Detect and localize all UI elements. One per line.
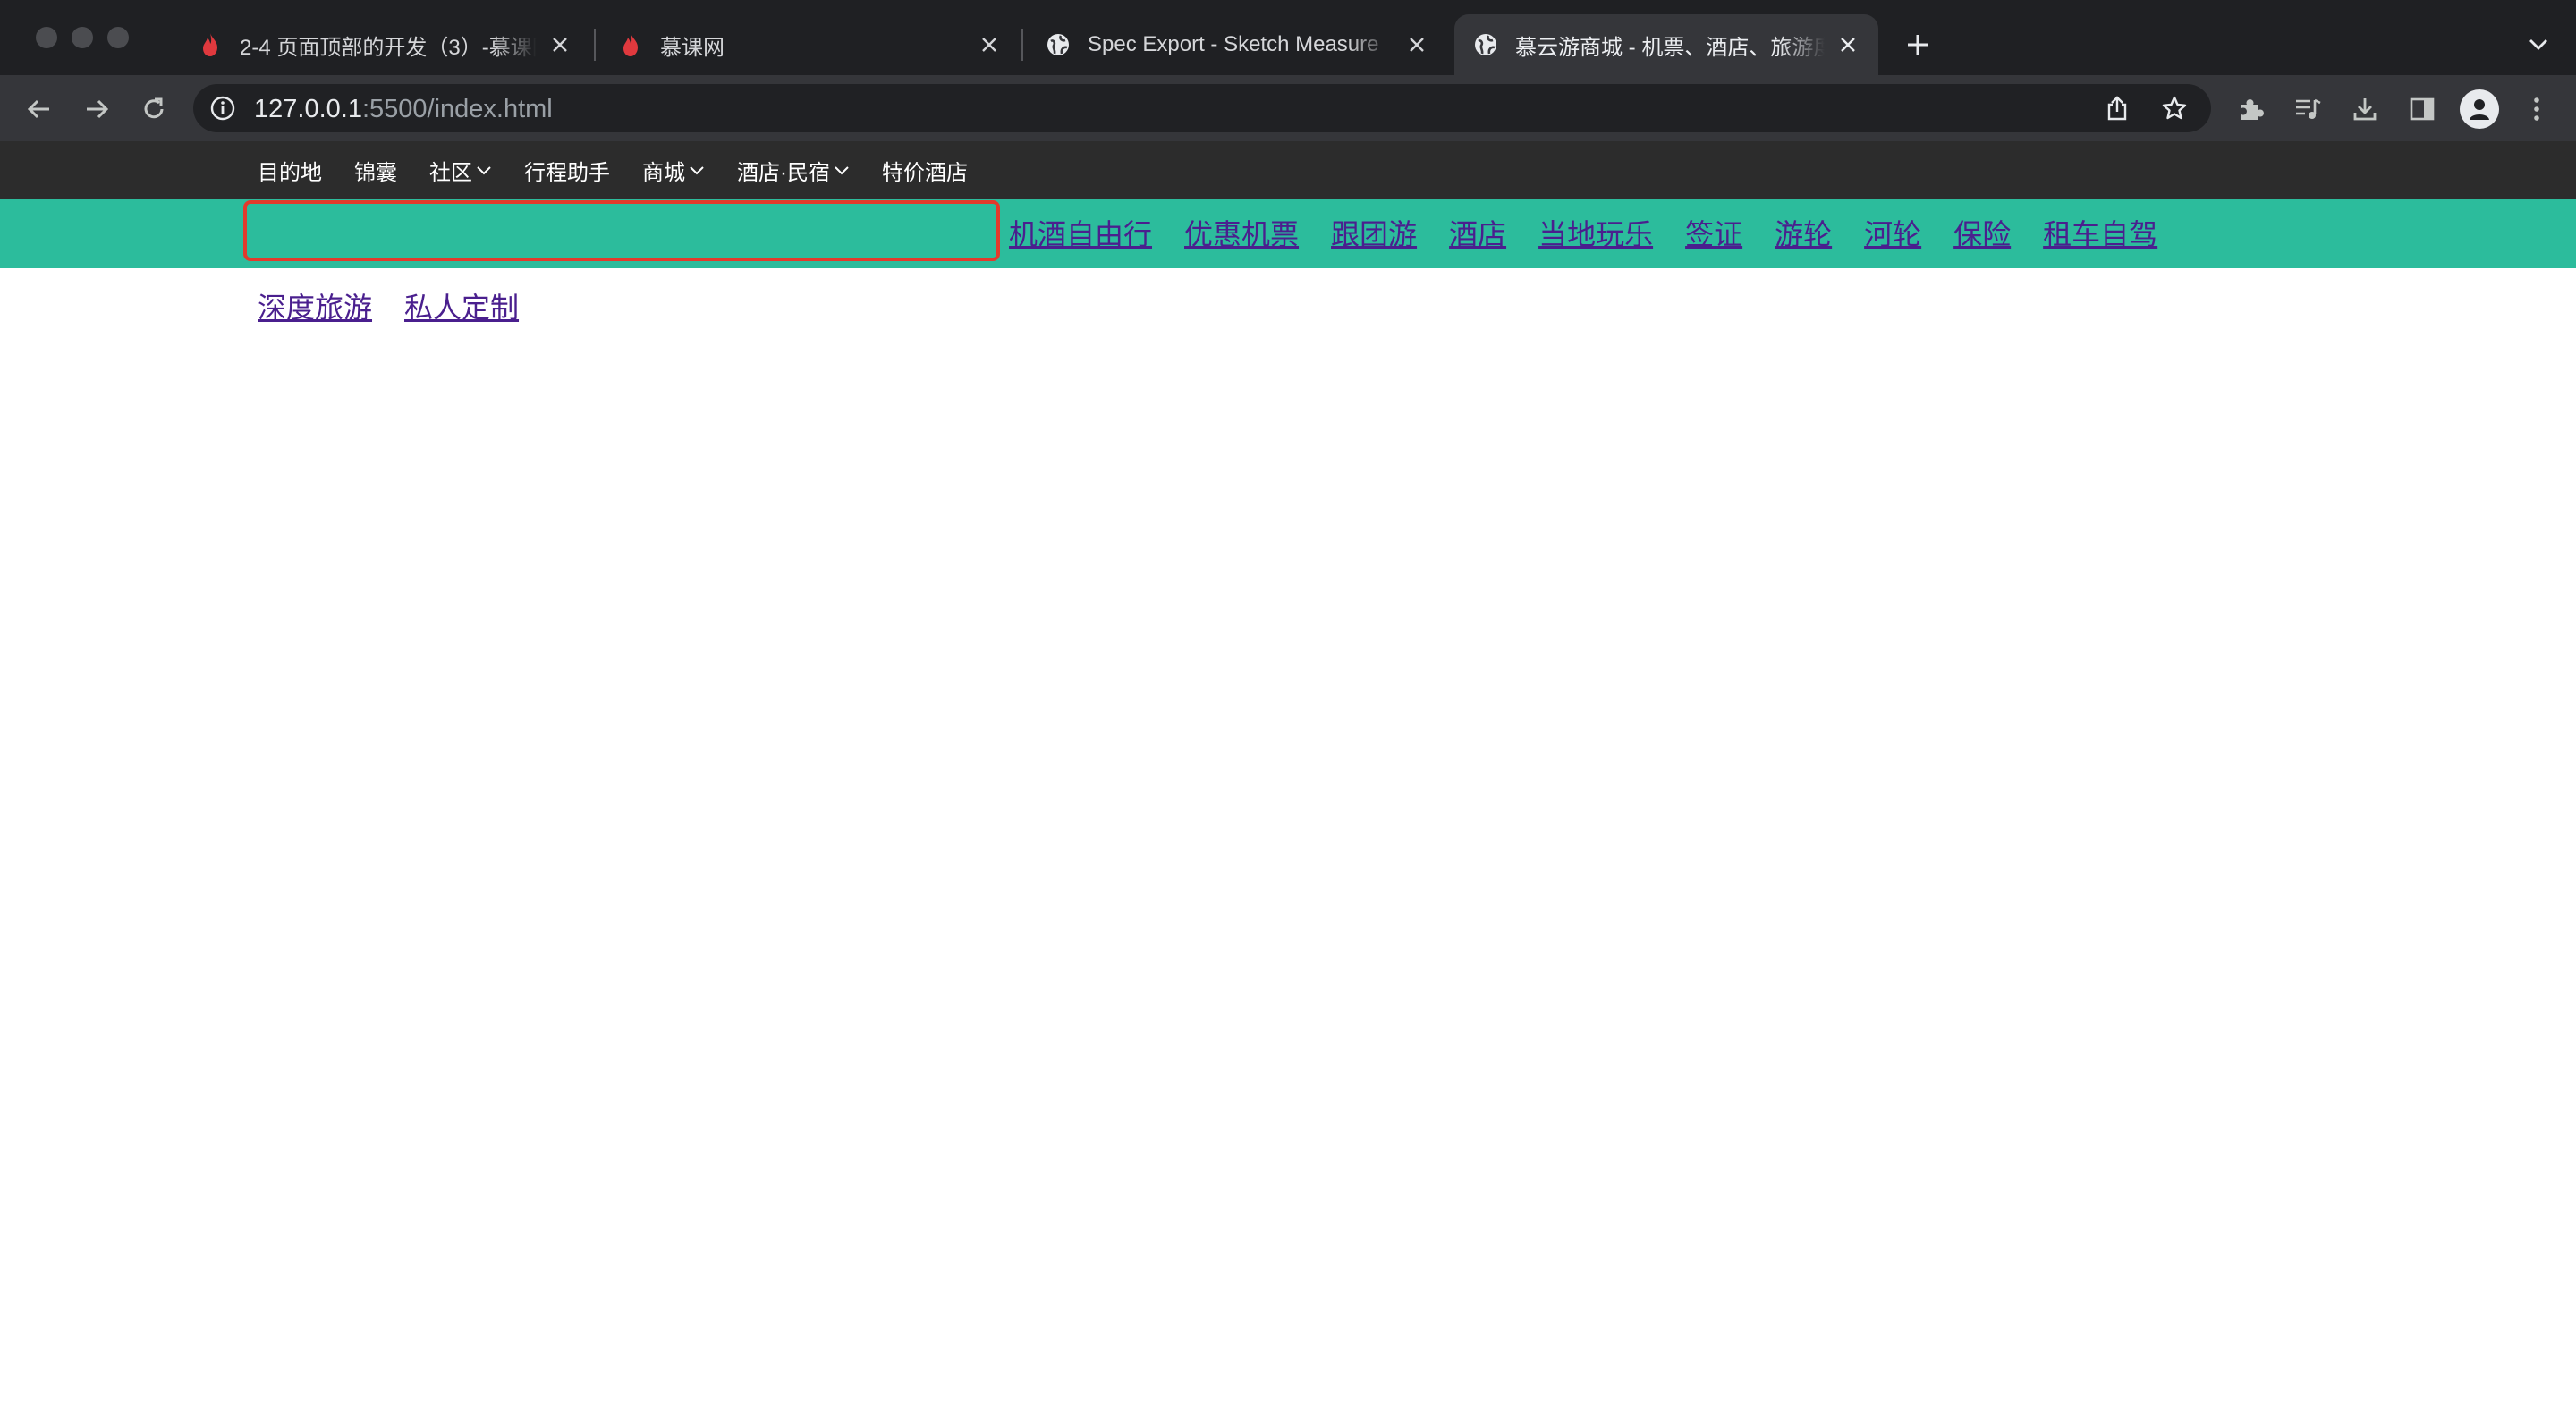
star-icon[interactable] [2159, 93, 2190, 123]
flame-icon [617, 31, 644, 58]
chevron-down-icon [690, 166, 704, 175]
puzzle-icon [2241, 99, 2264, 120]
person-icon [2470, 99, 2489, 120]
tab-search-button[interactable] [2522, 29, 2555, 61]
browser-tab-3[interactable]: Spec Export - Sketch Measure [1027, 14, 1447, 75]
top-nav-label: 商城 [642, 160, 685, 185]
downloads-button[interactable] [2345, 89, 2385, 129]
top-nav-label: 社区 [429, 160, 472, 185]
side-panel-button[interactable] [2402, 89, 2442, 129]
top-nav-label: 锦囊 [354, 160, 397, 185]
browser-menu-button[interactable] [2517, 89, 2556, 129]
info-icon[interactable] [209, 95, 236, 122]
browser-tab-active[interactable]: 慕云游商城 - 机票、酒店、旅游度假 [1454, 14, 1878, 75]
main-nav-link[interactable]: 保险 [1953, 204, 2011, 265]
browser-toolbar: 127.0.0.1:5500/index.html [0, 75, 2576, 143]
window-close-dot[interactable] [36, 27, 57, 48]
top-nav-item[interactable]: 特价酒店 [882, 155, 968, 186]
globe-icon [1472, 31, 1499, 58]
main-nav-link[interactable]: 跟团游 [1331, 204, 1417, 265]
profile-avatar[interactable] [2460, 89, 2499, 129]
logo-placeholder-highlight[interactable] [243, 200, 1000, 261]
reload-button[interactable] [134, 89, 174, 129]
main-nav-overflow: 深度旅游 私人定制 [258, 275, 551, 336]
url-path: :5500/index.html [361, 95, 553, 123]
reload-icon [144, 97, 164, 119]
main-nav-link[interactable]: 优惠机票 [1184, 204, 1299, 265]
top-nav-item[interactable]: 锦囊 [354, 155, 397, 186]
main-nav-link[interactable]: 机酒自由行 [1009, 204, 1152, 265]
top-nav-item[interactable]: 社区 [429, 155, 492, 186]
top-nav-item[interactable]: 行程助手 [524, 155, 610, 186]
extensions-button[interactable] [2231, 89, 2270, 129]
browser-tab-strip: 2-4 页面顶部的开发（3）-慕课网 慕课网 Spec Export - Ske… [0, 0, 2576, 75]
main-nav-link[interactable]: 私人定制 [404, 285, 519, 326]
top-nav-item[interactable]: 酒店·民宿 [737, 155, 850, 186]
address-bar[interactable]: 127.0.0.1:5500/index.html [193, 84, 2211, 132]
playlist-icon [2296, 98, 2321, 119]
url-text[interactable]: 127.0.0.1:5500/index.html [254, 95, 553, 124]
plus-icon [1908, 35, 1928, 55]
top-nav-label: 目的地 [258, 160, 322, 185]
top-nav-item[interactable]: 目的地 [258, 155, 322, 186]
top-nav-item[interactable]: 商城 [642, 155, 705, 186]
main-nav-link[interactable]: 深度旅游 [258, 285, 372, 326]
close-icon[interactable] [1835, 32, 1860, 57]
tab-title: 2-4 页面顶部的开发（3）-慕课网 [240, 35, 537, 60]
tab-title: 慕云游商城 - 机票、酒店、旅游度假 [1515, 35, 1825, 60]
back-button[interactable] [20, 89, 59, 129]
main-nav-link[interactable]: 游轮 [1775, 204, 1832, 265]
more-vertical-icon [2534, 97, 2539, 121]
arrow-left-icon [27, 99, 49, 119]
chevron-down-icon [477, 166, 491, 175]
globe-icon [1045, 31, 1072, 58]
tab-separator [1021, 29, 1023, 61]
side-panel-icon [2410, 97, 2435, 121]
close-icon[interactable] [977, 32, 1002, 57]
window-zoom-dot[interactable] [107, 27, 129, 48]
url-host: 127.0.0.1 [254, 95, 362, 123]
close-icon[interactable] [547, 32, 572, 57]
top-nav: 目的地 锦囊 社区 行程助手 商城 酒店·民宿 特价酒店 [258, 141, 1000, 199]
main-nav-link[interactable]: 当地玩乐 [1538, 204, 1653, 265]
top-nav-label: 酒店·民宿 [737, 160, 830, 185]
site-top-bar: 目的地 锦囊 社区 行程助手 商城 酒店·民宿 特价酒店 [0, 141, 2576, 199]
new-tab-button[interactable] [1900, 27, 1936, 63]
close-icon[interactable] [1404, 32, 1429, 57]
forward-button[interactable] [77, 89, 116, 129]
main-nav-link[interactable]: 酒店 [1449, 204, 1506, 265]
browser-tab-2[interactable]: 慕课网 [599, 14, 1020, 75]
browser-tab-1[interactable]: 2-4 页面顶部的开发（3）-慕课网 [179, 14, 590, 75]
window-minimize-dot[interactable] [72, 27, 93, 48]
main-nav-link[interactable]: 租车自驾 [2043, 204, 2157, 265]
chevron-down-icon [2529, 39, 2547, 50]
top-nav-label: 特价酒店 [882, 160, 968, 185]
tab-title: 慕课网 [660, 35, 724, 60]
media-control-button[interactable] [2288, 89, 2327, 129]
main-nav-link[interactable]: 河轮 [1864, 204, 1921, 265]
top-nav-label: 行程助手 [524, 160, 610, 185]
main-nav-link[interactable]: 签证 [1685, 204, 1742, 265]
download-icon [2353, 98, 2377, 121]
tab-title: Spec Export - Sketch Measure [1088, 32, 1379, 56]
chevron-down-icon [835, 166, 849, 175]
tab-separator [594, 29, 596, 61]
arrow-right-icon [87, 99, 109, 119]
share-icon[interactable] [2102, 93, 2132, 123]
page-viewport: 目的地 锦囊 社区 行程助手 商城 酒店·民宿 特价酒店 机酒自由行 优惠机票 跟团游 酒店 当地玩… [0, 141, 2576, 1413]
main-nav: 机酒自由行 优惠机票 跟团游 酒店 当地玩乐 签证 游轮 河轮 保险 租车自驾 [1009, 204, 2440, 265]
flame-icon [197, 31, 224, 58]
